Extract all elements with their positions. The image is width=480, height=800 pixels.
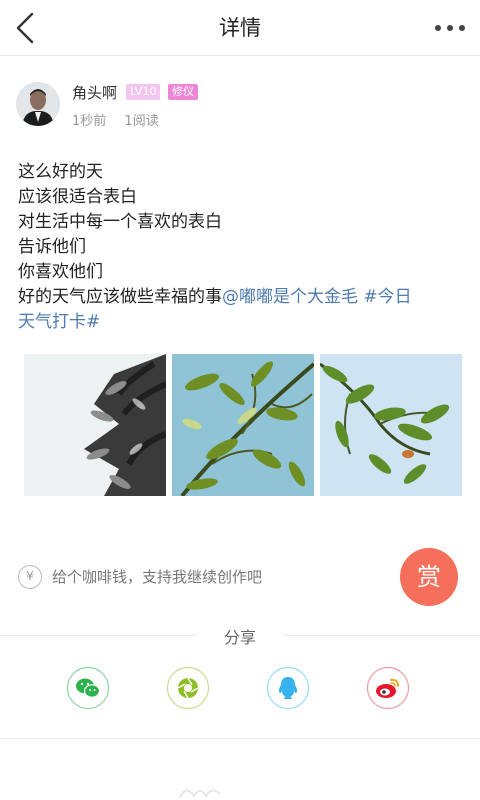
share-wechat-button[interactable] xyxy=(66,666,110,710)
topic-link[interactable]: #今日 xyxy=(358,287,411,307)
share-weibo-button[interactable] xyxy=(366,666,410,710)
post-meta: 1秒前 1阅读 xyxy=(72,110,173,129)
mention-link[interactable]: @嘟嘟是个大金毛 xyxy=(222,287,358,307)
wechat-icon xyxy=(66,666,110,710)
post-content: 这么好的天 应该很适合表白 对生活中每一个喜欢的表白 告诉他们 你喜欢他们 好的… xyxy=(18,160,458,335)
divider xyxy=(0,738,480,739)
author-name[interactable]: 角头啊 xyxy=(72,82,117,103)
share-qq-button[interactable] xyxy=(266,666,310,710)
donate-text: 给个咖啡钱，支持我继续创作吧 xyxy=(52,568,263,586)
content-text: 好的天气应该做些幸福的事 xyxy=(18,287,222,307)
topic-link-continued[interactable]: 天气打卡# xyxy=(18,310,458,335)
post-image[interactable] xyxy=(320,354,462,496)
content-line: 好的天气应该做些幸福的事@嘟嘟是个大金毛 #今日 xyxy=(18,285,458,310)
content-line: 你喜欢他们 xyxy=(18,262,103,282)
title-badge: 修仪 xyxy=(168,84,198,100)
page-title: 详情 xyxy=(219,16,261,40)
content-line: 告诉他们 xyxy=(18,237,86,257)
author-info: 角头啊 LV10 修仪 1秒前 1阅读 xyxy=(16,82,466,132)
post-image[interactable] xyxy=(172,354,314,496)
more-button[interactable] xyxy=(430,14,470,42)
divider xyxy=(284,635,480,636)
donate-row: ¥ 给个咖啡钱，支持我继续创作吧 赏 xyxy=(18,548,462,608)
avatar[interactable] xyxy=(16,82,60,126)
post-image[interactable] xyxy=(24,354,166,496)
watermark-logo xyxy=(179,789,221,799)
level-badge: LV10 xyxy=(126,84,161,100)
qq-icon xyxy=(266,666,310,710)
post-time: 1秒前 xyxy=(72,114,107,129)
read-count: 1阅读 xyxy=(124,114,159,129)
share-title: 分享 xyxy=(223,628,256,647)
share-row xyxy=(0,666,480,710)
content-line: 对生活中每一个喜欢的表白 xyxy=(18,212,222,232)
top-bar: 详情 xyxy=(0,0,480,56)
share-header: 分享 xyxy=(0,620,480,650)
reward-button[interactable]: 赏 xyxy=(400,548,458,606)
image-gallery xyxy=(24,354,462,496)
moments-icon xyxy=(166,666,210,710)
weibo-icon xyxy=(366,666,410,710)
content-line: 这么好的天 xyxy=(18,162,103,182)
content-line: 应该很适合表白 xyxy=(18,187,137,207)
more-dots-icon xyxy=(435,25,465,31)
share-moments-button[interactable] xyxy=(166,666,210,710)
yen-icon: ¥ xyxy=(18,565,42,589)
